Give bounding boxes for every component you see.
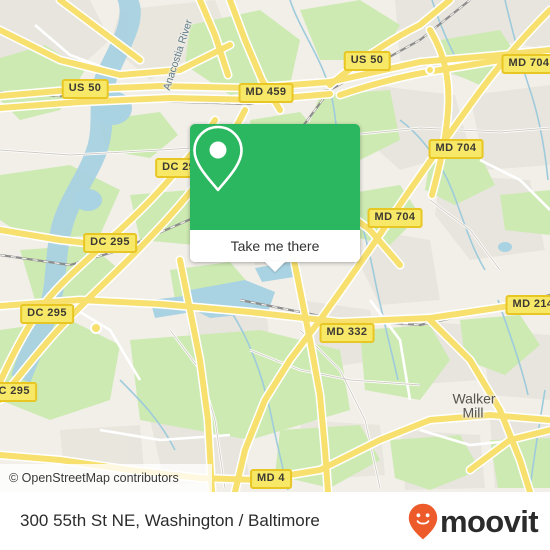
road-shield: DC 295 (83, 233, 137, 253)
map-attribution[interactable]: © OpenStreetMap contributors (0, 464, 212, 492)
attribution-text: © OpenStreetMap contributors (9, 471, 179, 485)
road-shield: MD 704 (501, 54, 550, 74)
moovit-brand-logo[interactable]: moovit (408, 503, 539, 540)
road-shield: MD 214 (505, 295, 550, 315)
take-me-there-button[interactable]: Take me there (190, 230, 360, 262)
road-shield: MD 459 (238, 83, 294, 103)
road-shield: MD 332 (319, 323, 375, 343)
road-shield: US 50 (343, 51, 391, 71)
map-label: Mill (462, 404, 484, 421)
bottom-info-bar: 300 55th St NE, Washington / Baltimore m… (0, 492, 550, 550)
road-shield: MD 4 (250, 469, 292, 489)
moovit-map-screenshot: US 50 US 50 MD 459 MD 704 MD 704 MD 704 DC 295… (0, 0, 550, 550)
popup-card-header (190, 124, 360, 230)
popup-card-pointer (264, 261, 286, 272)
road-shield: US 50 (61, 79, 109, 99)
map-canvas[interactable]: US 50 US 50 MD 459 MD 704 MD 704 MD 704 DC 295… (0, 0, 550, 492)
road-shield: DC 295 (20, 304, 74, 324)
map-pin-icon (193, 125, 243, 192)
moovit-smiling-pin-icon (408, 503, 438, 539)
take-me-there-label: Take me there (230, 238, 320, 254)
destination-popup-card[interactable]: Take me there (190, 124, 360, 272)
address-title: 300 55th St NE, Washington / Baltimore (20, 511, 320, 530)
moovit-wordmark: moovit (439, 503, 539, 539)
road-shield: MD 704 (367, 208, 423, 228)
road-shield: DC 295 (0, 382, 37, 402)
road-shield: MD 704 (428, 139, 484, 159)
